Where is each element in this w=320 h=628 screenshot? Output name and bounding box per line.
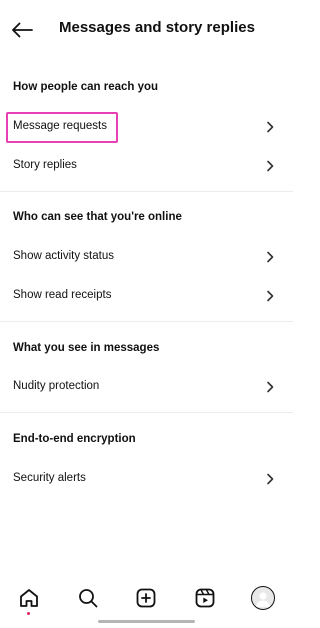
chevron-right-icon: [267, 121, 274, 133]
row-show-read-receipts[interactable]: Show read receipts: [0, 277, 293, 315]
back-button[interactable]: [9, 17, 35, 43]
nav-search-button[interactable]: [74, 584, 102, 612]
row-label: Nudity protection: [13, 380, 100, 392]
bottom-nav: [0, 578, 293, 618]
divider: [0, 412, 293, 413]
search-icon: [79, 589, 98, 608]
page-title: Messages and story replies: [59, 19, 255, 36]
divider: [0, 191, 293, 192]
chevron-right-icon: [267, 290, 274, 302]
chevron-right-icon: [267, 473, 274, 485]
row-show-activity-status[interactable]: Show activity status: [0, 238, 293, 276]
row-nudity-protection[interactable]: Nudity protection: [0, 368, 293, 406]
person-silhouette-icon: [256, 592, 270, 607]
nav-home-button[interactable]: [15, 584, 43, 615]
chevron-right-icon: [267, 381, 274, 393]
section-heading-messages: What you see in messages: [13, 342, 160, 354]
row-security-alerts[interactable]: Security alerts: [0, 460, 293, 498]
nav-reels-button[interactable]: [191, 584, 219, 612]
create-icon: [136, 588, 156, 608]
top-app-bar: Messages and story replies: [0, 0, 293, 58]
row-label: Story replies: [13, 159, 77, 171]
section-heading-encryption: End-to-end encryption: [13, 433, 136, 445]
row-story-replies[interactable]: Story replies: [0, 147, 293, 185]
nav-profile-button[interactable]: [249, 584, 277, 612]
divider: [0, 321, 293, 322]
profile-avatar: [251, 586, 275, 610]
row-label: Show read receipts: [13, 289, 112, 301]
back-arrow-icon: [12, 22, 33, 38]
home-indicator-bar: [98, 620, 195, 623]
row-label: Show activity status: [13, 250, 114, 262]
active-indicator-dot: [27, 612, 30, 615]
home-icon: [20, 589, 38, 607]
highlight-box: [6, 112, 118, 143]
section-heading-reach: How people can reach you: [13, 81, 159, 93]
row-label: Security alerts: [13, 472, 86, 484]
nav-create-button[interactable]: [132, 584, 160, 612]
chevron-right-icon: [267, 251, 274, 263]
chevron-right-icon: [267, 160, 274, 172]
reels-icon: [195, 588, 215, 608]
section-heading-online: Who can see that you're online: [13, 211, 182, 223]
